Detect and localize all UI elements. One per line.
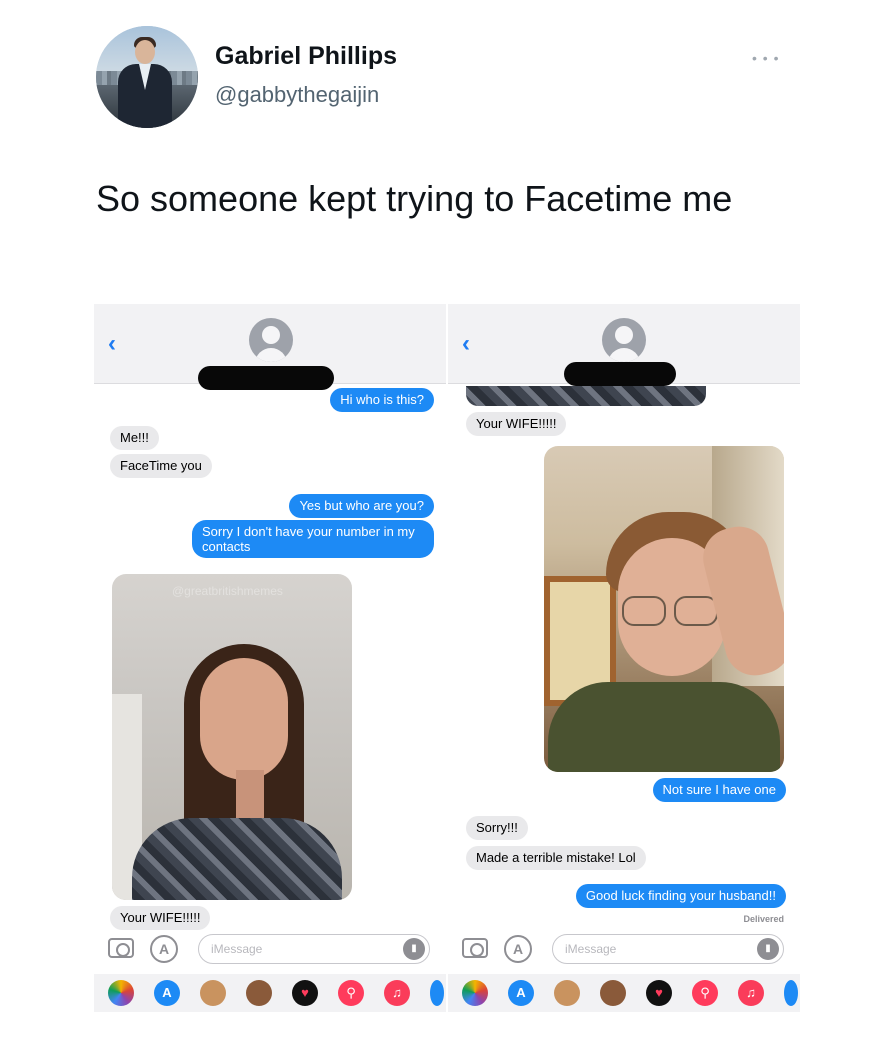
imessage-placeholder: iMessage xyxy=(211,942,263,956)
memoji-icon[interactable] xyxy=(200,980,226,1006)
message-bubble: Yes but who are you? xyxy=(289,494,434,518)
message-bubble: Sorry!!! xyxy=(466,816,528,840)
person-circle-icon[interactable] xyxy=(602,318,646,362)
display-name[interactable]: Gabriel Phillips xyxy=(215,42,397,71)
audio-waveform-icon[interactable]: ▮ xyxy=(403,938,425,960)
shared-photo-woman[interactable]: @greatbritishmemes xyxy=(112,574,352,900)
message-bubble: Your WIFE!!!!! xyxy=(466,412,567,436)
watermark: @greatbritishmemes xyxy=(172,584,283,598)
more-horizontal-icon[interactable]: • • • xyxy=(752,50,779,66)
camera-icon[interactable] xyxy=(108,938,134,958)
app-drawer: A ♥ ⚲ ♫ xyxy=(94,974,446,1012)
camera-icon[interactable] xyxy=(462,938,488,958)
delivery-status: Delivered xyxy=(743,914,784,924)
photos-icon[interactable] xyxy=(462,980,488,1006)
app-store-icon[interactable]: A xyxy=(150,935,178,963)
imessage-placeholder: iMessage xyxy=(565,942,617,956)
music-icon[interactable]: ♫ xyxy=(738,980,764,1006)
search-images-icon[interactable]: ⚲ xyxy=(692,980,718,1006)
message-bubble: Not sure I have one xyxy=(652,778,786,802)
message-input-bar: A iMessage ▮ xyxy=(448,932,800,968)
memoji-icon[interactable] xyxy=(554,980,580,1006)
right-screenshot: ‹ Your WIFE!!!!! Not sure I have one Sor… xyxy=(448,304,800,1012)
search-images-icon[interactable]: ⚲ xyxy=(338,980,364,1006)
message-bubble: Made a terrible mistake! Lol xyxy=(466,846,646,870)
message-bubble: Good luck finding your husband!! xyxy=(575,884,786,908)
more-apps-icon[interactable] xyxy=(430,980,444,1006)
imessage-input[interactable]: iMessage ▮ xyxy=(198,934,430,964)
memoji-icon[interactable] xyxy=(600,980,626,1006)
audio-waveform-icon[interactable]: ▮ xyxy=(757,938,779,960)
message-bubble: Me!!! xyxy=(110,426,159,450)
person-circle-icon[interactable] xyxy=(249,318,293,362)
app-store-icon[interactable]: A xyxy=(504,935,532,963)
tweet-text: So someone kept trying to Facetime me xyxy=(96,178,733,219)
redaction-mark xyxy=(198,366,334,390)
chevron-left-icon[interactable]: ‹ xyxy=(462,330,470,358)
message-bubble: Sorry I don't have your number in my con… xyxy=(192,520,434,558)
imessage-input[interactable]: iMessage ▮ xyxy=(552,934,784,964)
more-apps-icon[interactable] xyxy=(784,980,798,1006)
app-drawer: A ♥ ⚲ ♫ xyxy=(448,974,800,1012)
message-input-bar: A iMessage ▮ xyxy=(94,932,446,968)
digital-touch-icon[interactable]: ♥ xyxy=(292,980,318,1006)
left-screenshot: ‹ Hi who is this? Me!!! FaceTime you Yes… xyxy=(94,304,446,1012)
app-store-icon[interactable]: A xyxy=(508,980,534,1006)
photos-icon[interactable] xyxy=(108,980,134,1006)
scrolled-photo-edge xyxy=(466,386,706,406)
chevron-left-icon[interactable]: ‹ xyxy=(108,330,116,358)
memoji-icon[interactable] xyxy=(246,980,272,1006)
user-handle[interactable]: @gabbythegaijin xyxy=(215,82,379,108)
app-store-icon[interactable]: A xyxy=(154,980,180,1006)
message-bubble: Hi who is this? xyxy=(330,388,434,412)
digital-touch-icon[interactable]: ♥ xyxy=(646,980,672,1006)
music-icon[interactable]: ♫ xyxy=(384,980,410,1006)
redaction-mark xyxy=(564,362,676,386)
profile-avatar[interactable] xyxy=(96,26,198,128)
message-bubble: Your WIFE!!!!! xyxy=(110,906,211,930)
shared-photo-man[interactable] xyxy=(544,446,784,772)
message-bubble: FaceTime you xyxy=(110,454,212,478)
